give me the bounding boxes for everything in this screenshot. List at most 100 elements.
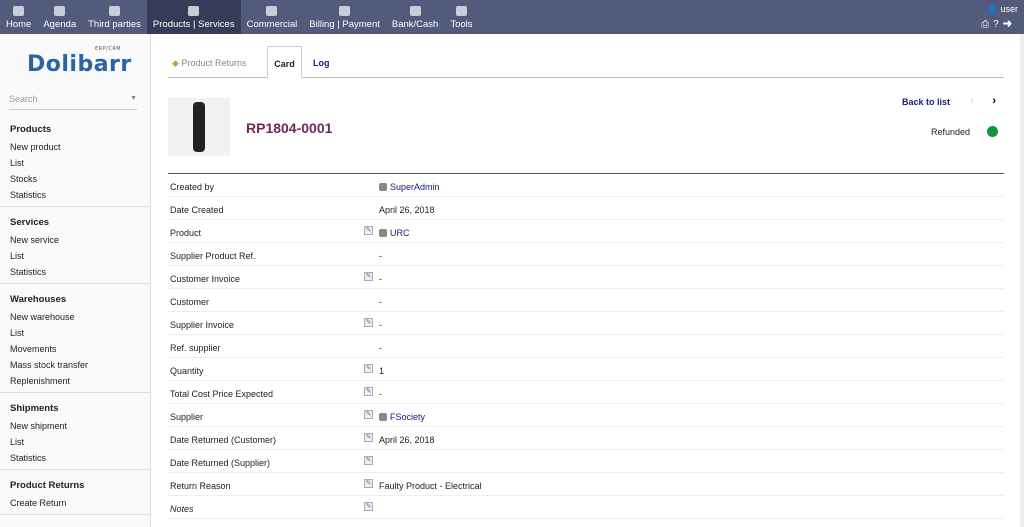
field-value-text[interactable]: SuperAdmin bbox=[390, 182, 440, 192]
top-navbar: Home Agenda Third parties Products | Servic… bbox=[0, 0, 1024, 34]
nav-label: Billing | Payment bbox=[309, 19, 380, 30]
box-icon: ◆ bbox=[172, 58, 179, 68]
status-badge bbox=[987, 126, 998, 137]
logo-text: Dolibarr bbox=[27, 52, 132, 77]
nav-commercial[interactable]: Commercial bbox=[241, 0, 304, 34]
sidebar-heading[interactable]: Product Returns bbox=[10, 480, 140, 491]
edit-icon[interactable]: ✎ bbox=[364, 226, 373, 235]
nav-agenda[interactable]: Agenda bbox=[37, 0, 82, 34]
edit-icon[interactable]: ✎ bbox=[364, 387, 373, 396]
sidebar-item[interactable]: List bbox=[10, 251, 140, 261]
sidebar-item[interactable]: Statistics bbox=[10, 453, 140, 463]
nav-label: Home bbox=[6, 19, 32, 30]
sidebar-item[interactable]: New product bbox=[10, 142, 140, 152]
sidebar-item[interactable]: List bbox=[10, 437, 140, 447]
table-row: Date Created April 26, 2018 bbox=[168, 197, 1004, 220]
scrollbar[interactable] bbox=[1020, 34, 1024, 527]
sidebar-item[interactable]: Create Return bbox=[10, 498, 140, 508]
edit-icon[interactable]: ✎ bbox=[364, 318, 373, 327]
nav-icon bbox=[409, 6, 421, 16]
sidebar-item[interactable]: New shipment bbox=[10, 421, 140, 431]
field-value: - bbox=[379, 297, 382, 307]
field-value: - bbox=[379, 320, 382, 330]
nav-bank-cash[interactable]: Bank/Cash bbox=[386, 0, 444, 34]
nav-icon bbox=[109, 6, 121, 16]
toolbar-icons: ⎙?➜ bbox=[981, 19, 1016, 30]
sidebar-item[interactable]: New warehouse bbox=[10, 312, 140, 322]
edit-icon[interactable]: ✎ bbox=[364, 502, 373, 511]
sidebar-heading[interactable]: Shipments bbox=[10, 403, 140, 414]
field-value-text[interactable]: URC bbox=[390, 228, 410, 238]
nav-icon bbox=[13, 6, 25, 16]
logout-icon[interactable]: ➜ bbox=[1003, 19, 1016, 30]
nav-third-parties[interactable]: Third parties bbox=[82, 0, 147, 34]
edit-icon[interactable]: ✎ bbox=[364, 433, 373, 442]
sidebar-item[interactable]: Stocks bbox=[10, 174, 140, 184]
sidebar-item[interactable]: Mass stock transfer bbox=[10, 360, 140, 370]
field-label: Created by bbox=[170, 182, 215, 192]
field-label: Customer Invoice bbox=[170, 274, 241, 284]
field-label: Notes bbox=[170, 504, 194, 514]
user-menu[interactable]: 👤 user bbox=[987, 4, 1018, 15]
print-icon[interactable]: ⎙ bbox=[981, 19, 993, 30]
edit-icon[interactable]: ✎ bbox=[364, 272, 373, 281]
field-label: Supplier Product Ref. bbox=[170, 251, 256, 261]
record-ref: RP1804-0001 bbox=[246, 120, 333, 136]
help-icon[interactable]: ? bbox=[993, 19, 1003, 30]
field-label: Ref. supplier bbox=[170, 343, 221, 353]
edit-icon[interactable]: ✎ bbox=[364, 410, 373, 419]
tab-card[interactable]: Card bbox=[267, 46, 302, 78]
sidebar-heading[interactable]: Products bbox=[10, 124, 140, 135]
field-value-text: - bbox=[379, 320, 382, 330]
sidebar-section: Product Returns Create Return bbox=[0, 476, 150, 515]
sidebar-item[interactable]: Replenishment bbox=[10, 376, 140, 386]
field-value-text[interactable]: FSociety bbox=[390, 412, 425, 422]
field-label: Customer bbox=[170, 297, 210, 307]
sidebar-item[interactable]: New service bbox=[10, 235, 140, 245]
field-label: Total Cost Price Expected bbox=[170, 389, 274, 399]
sidebar-item[interactable]: Statistics bbox=[10, 267, 140, 277]
back-to-list-link[interactable]: Back to list bbox=[902, 97, 950, 107]
field-value: 1 bbox=[379, 366, 384, 376]
nav-products-services[interactable]: Products | Services bbox=[146, 0, 241, 34]
nav-icon bbox=[339, 6, 351, 16]
nav-label: Products | Services bbox=[152, 19, 235, 30]
search-input[interactable]: Search ▼ bbox=[9, 94, 137, 110]
tab-log[interactable]: Log bbox=[313, 46, 330, 78]
nav-icon bbox=[188, 6, 200, 16]
nav-tools[interactable]: Tools bbox=[444, 0, 478, 34]
sidebar-item[interactable]: List bbox=[10, 328, 140, 338]
field-value[interactable]: URC bbox=[379, 228, 410, 238]
nav-home[interactable]: Home bbox=[0, 0, 37, 34]
sidebar-item[interactable]: Statistics bbox=[10, 190, 140, 200]
edit-icon[interactable]: ✎ bbox=[364, 456, 373, 465]
nav-icon bbox=[266, 6, 278, 16]
table-row: Customer - bbox=[168, 289, 1004, 312]
main-content: ◆ Product Returns Card Log RP1804-0001 B… bbox=[168, 46, 1004, 527]
field-value: - bbox=[379, 389, 382, 399]
sidebar-heading[interactable]: Warehouses bbox=[10, 294, 140, 305]
field-label: Date Returned (Supplier) bbox=[170, 458, 271, 468]
sidebar-item[interactable]: List bbox=[10, 158, 140, 168]
field-label: Product bbox=[170, 228, 202, 238]
sidebar-item[interactable]: Movements bbox=[10, 344, 140, 354]
dolibarr-logo[interactable]: Dolibarr ERP/CRM bbox=[27, 46, 132, 77]
user-icon: 👤 bbox=[986, 4, 998, 14]
sidebar-heading[interactable]: Services bbox=[10, 217, 140, 228]
next-icon[interactable]: › bbox=[992, 95, 996, 107]
edit-icon[interactable]: ✎ bbox=[364, 364, 373, 373]
field-value[interactable]: FSociety bbox=[379, 412, 425, 422]
nav-label: Third parties bbox=[88, 19, 141, 30]
nav-billing-payment[interactable]: Billing | Payment bbox=[303, 0, 386, 34]
product-image bbox=[168, 98, 230, 156]
status-label: Refunded bbox=[930, 127, 970, 137]
company-icon bbox=[379, 413, 387, 421]
logo-tag: ERP/CRM bbox=[95, 46, 122, 52]
previous-icon[interactable]: ‹ bbox=[970, 95, 974, 107]
table-row: Supplier Invoice ✎ - bbox=[168, 312, 1004, 335]
field-value[interactable]: SuperAdmin bbox=[379, 182, 440, 192]
edit-icon[interactable]: ✎ bbox=[364, 479, 373, 488]
sidebar: Dolibarr ERP/CRM Search ▼ Products New prod… bbox=[0, 34, 151, 527]
nav-label: Tools bbox=[450, 19, 473, 30]
table-row: Quantity ✎ 1 bbox=[168, 358, 1004, 381]
